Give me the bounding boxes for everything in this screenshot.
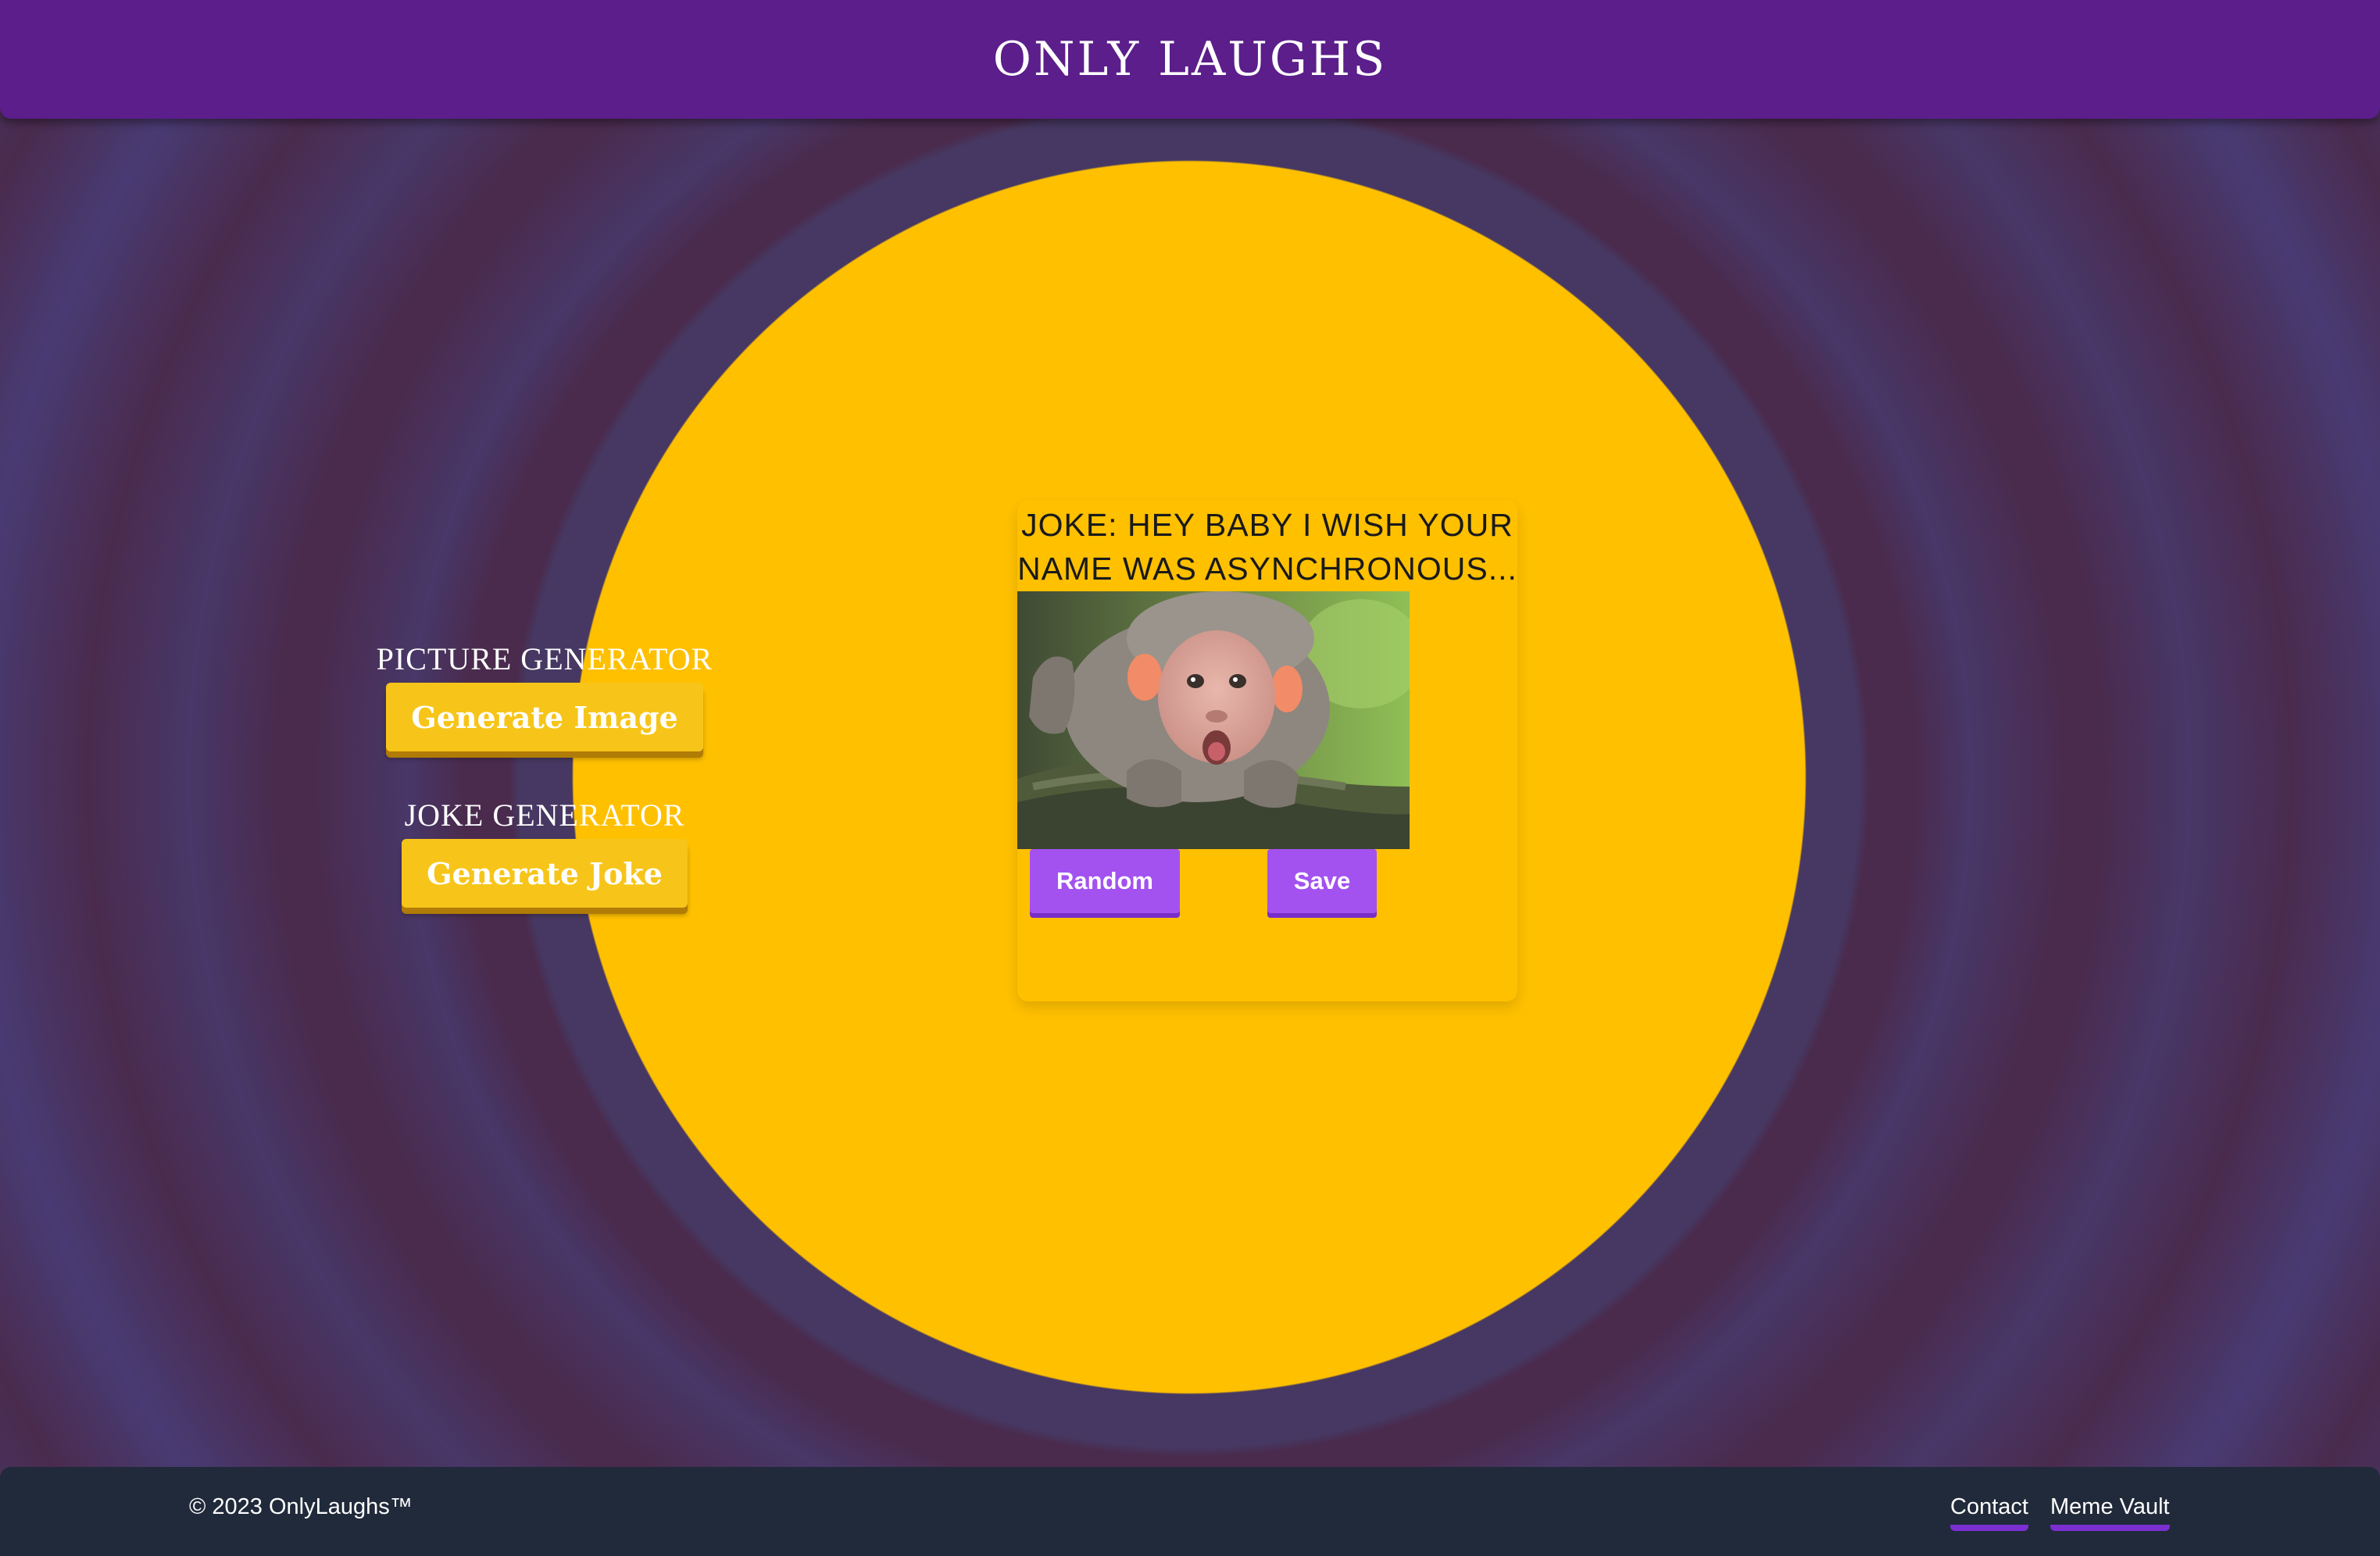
monkey-meme-image xyxy=(1017,591,1410,849)
generate-joke-button[interactable]: Generate Joke xyxy=(402,839,688,908)
contact-link[interactable]: Contact xyxy=(1950,1494,2028,1531)
site-title: ONLY LAUGHS xyxy=(992,32,1388,87)
picture-generator-label: PICTURE GENERATOR xyxy=(376,641,713,676)
joke-generator-label: JOKE GENERATOR xyxy=(404,798,685,833)
joke-generator-section: JOKE GENERATOR Generate Joke xyxy=(271,797,818,908)
copyright-text: © 2023 OnlyLaughs™ xyxy=(189,1494,413,1519)
site-footer: © 2023 OnlyLaughs™ Contact Meme Vault xyxy=(0,1467,2380,1556)
generate-image-button[interactable]: Generate Image xyxy=(386,683,703,751)
random-button[interactable]: Random xyxy=(1030,849,1180,913)
meme-card: JOKE: HEY BABY I WISH YOUR NAME WAS ASYN… xyxy=(1017,500,1517,1001)
site-header: ONLY LAUGHS xyxy=(0,0,2380,119)
joke-text: JOKE: HEY BABY I WISH YOUR NAME WAS ASYN… xyxy=(1017,507,1517,587)
picture-generator-section: PICTURE GENERATOR Generate Image xyxy=(271,641,818,751)
meme-vault-link[interactable]: Meme Vault xyxy=(2050,1494,2170,1531)
save-button[interactable]: Save xyxy=(1267,849,1377,913)
